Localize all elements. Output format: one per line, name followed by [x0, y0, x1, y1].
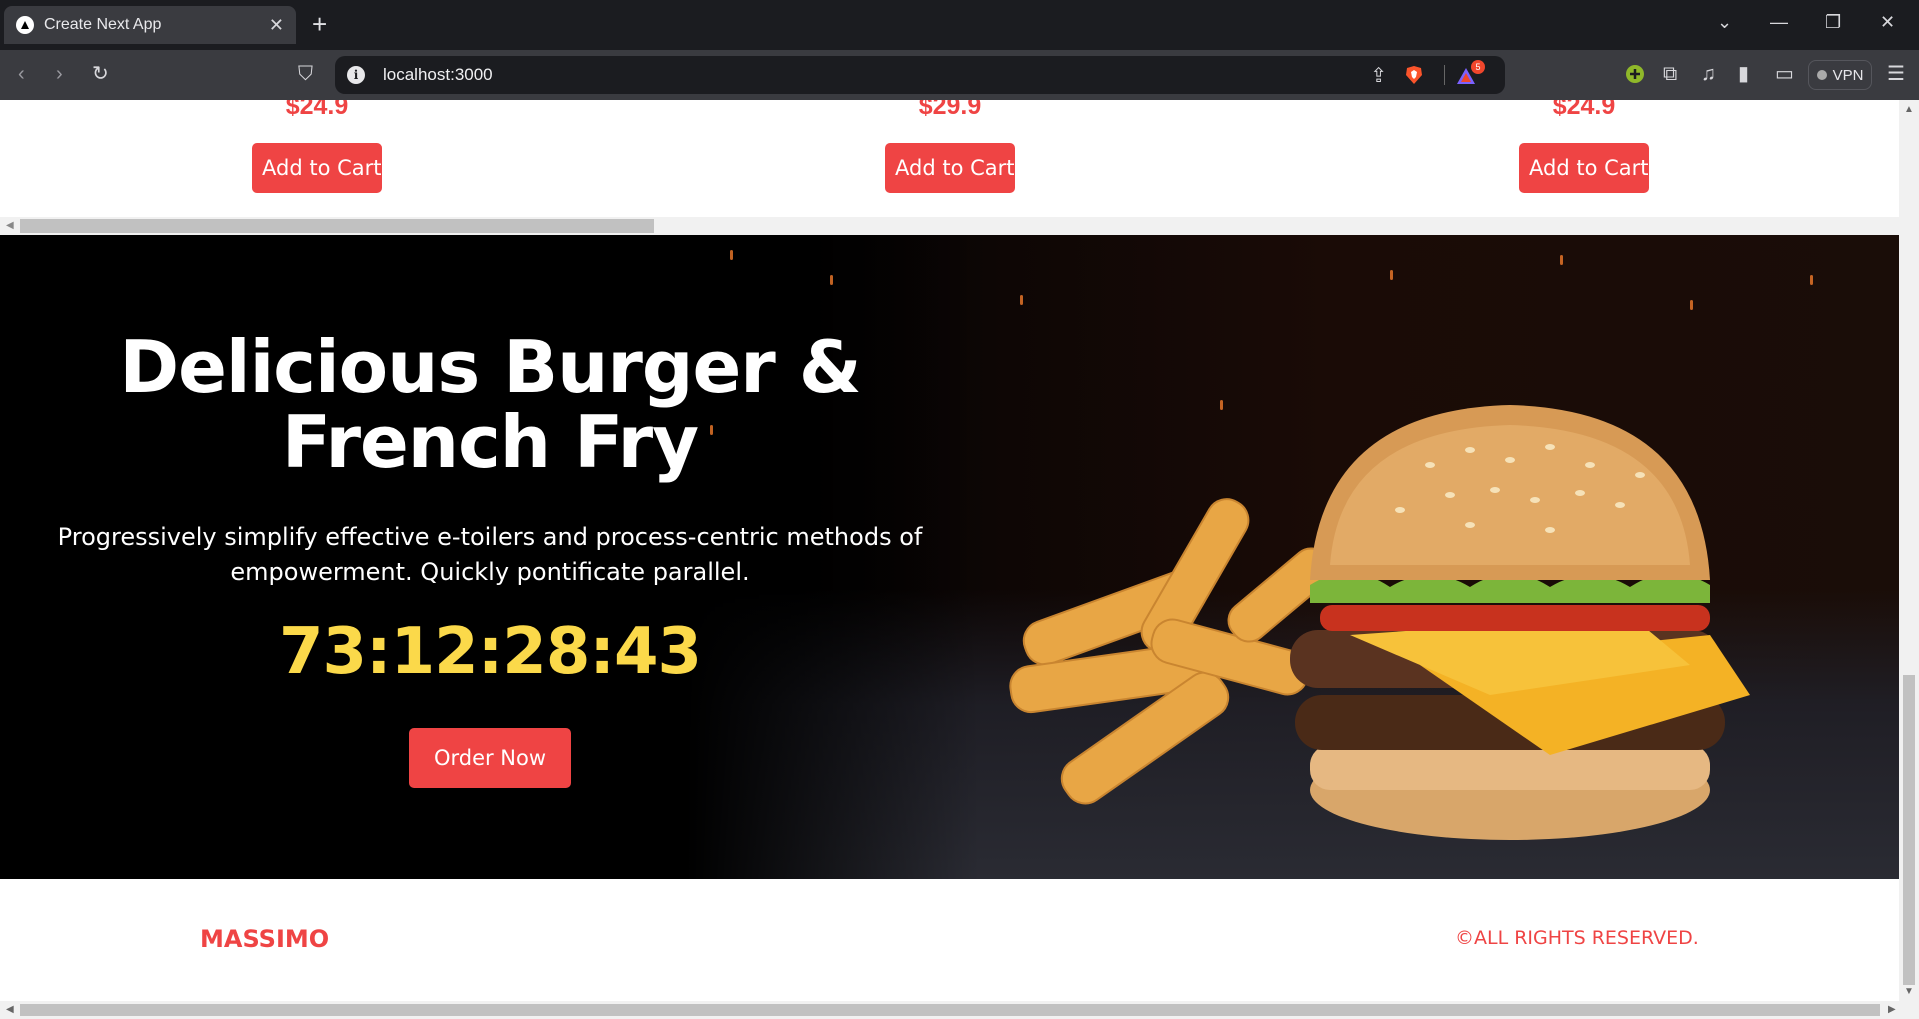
product-price: $24.9	[1552, 100, 1616, 120]
site-info-icon[interactable]: i	[347, 66, 365, 84]
reload-icon[interactable]: ↻	[92, 64, 109, 84]
ember-spark	[1390, 270, 1393, 280]
footer-brand[interactable]: MASSIMO	[200, 925, 329, 953]
browser-tab[interactable]: Create Next App ✕	[4, 6, 296, 44]
carousel-scrollbar[interactable]: ◀	[0, 217, 1899, 235]
carousel-scrollbar-thumb[interactable]	[20, 219, 654, 233]
page-horizontal-scrollbar[interactable]: ◀ ▶	[0, 1001, 1919, 1019]
ember-spark	[1690, 300, 1693, 310]
ember-spark	[730, 250, 733, 260]
scroll-up-arrow-icon[interactable]: ▲	[1904, 104, 1914, 115]
hero-title: Delicious Burger & French Fry	[119, 325, 861, 484]
extension-add-icon[interactable]	[1625, 64, 1645, 88]
ember-spark	[1020, 295, 1023, 305]
nextjs-favicon-icon	[16, 16, 34, 34]
scroll-right-arrow-icon[interactable]: ▶	[1888, 1004, 1896, 1015]
wallet-icon[interactable]: ▭	[1775, 64, 1794, 84]
address-bar[interactable]: i localhost:3000 ⇪ 5	[335, 56, 1505, 94]
ember-spark	[1560, 255, 1563, 265]
vertical-scrollbar-thumb[interactable]	[1903, 675, 1915, 985]
countdown-timer: 73:12:28:43	[278, 615, 702, 689]
address-bar-separator	[1444, 65, 1445, 85]
forward-icon[interactable]: ›	[56, 64, 63, 84]
hero-description: Progressively simplify effective e-toile…	[57, 523, 923, 586]
burger-and-fries-image	[1009, 405, 1750, 840]
scroll-left-arrow-icon[interactable]: ◀	[6, 1004, 14, 1015]
page-viewport: $24.9 Add to Cart $29.9 Add to Cart $24.…	[0, 100, 1899, 1001]
scroll-down-arrow-icon[interactable]: ▼	[1904, 986, 1914, 997]
horizontal-scrollbar-thumb[interactable]	[20, 1004, 1880, 1016]
media-music-icon[interactable]: ♫	[1701, 64, 1716, 84]
share-icon[interactable]: ⇪	[1370, 63, 1387, 88]
url-text[interactable]: localhost:3000	[383, 65, 493, 85]
sidebar-toggle-icon[interactable]: ▮	[1738, 64, 1749, 84]
site-footer: MASSIMO ©ALL RIGHTS RESERVED.	[0, 879, 1899, 1001]
minimize-icon[interactable]: —	[1770, 12, 1788, 33]
vpn-status-dot-icon	[1816, 70, 1827, 80]
new-tab-button[interactable]: +	[312, 11, 327, 37]
menu-hamburger-icon[interactable]: ☰	[1887, 64, 1905, 84]
restore-icon[interactable]: ❐	[1825, 12, 1841, 33]
browser-titlebar: Create Next App ✕ + ⌄ — ❐ ✕	[0, 0, 1919, 50]
product-price: $29.9	[918, 100, 982, 120]
window-close-icon[interactable]: ✕	[1880, 12, 1895, 33]
tab-list-chevron-icon[interactable]: ⌄	[1717, 12, 1732, 33]
add-to-cart-button[interactable]: Add to Cart	[252, 143, 382, 193]
back-icon[interactable]: ‹	[18, 64, 25, 84]
add-to-cart-button[interactable]: Add to Cart	[885, 143, 1015, 193]
tab-title: Create Next App	[44, 16, 162, 33]
page-vertical-scrollbar[interactable]: ▲ ▼	[1899, 100, 1919, 1001]
product-price: $24.9	[285, 100, 349, 120]
add-to-cart-button[interactable]: Add to Cart	[1519, 143, 1649, 193]
vpn-button[interactable]: VPN	[1808, 60, 1872, 90]
footer-copyright: ©ALL RIGHTS RESERVED.	[1455, 927, 1699, 949]
vpn-label: VPN	[1832, 66, 1864, 84]
ember-spark	[830, 275, 833, 285]
order-now-button[interactable]: Order Now	[409, 728, 571, 788]
products-carousel: $24.9 Add to Cart $29.9 Add to Cart $24.…	[0, 100, 1899, 217]
rewards-badge: 5	[1471, 60, 1485, 74]
tab-close-icon[interactable]: ✕	[269, 15, 284, 36]
hero-banner: Delicious Burger & French Fry Progressiv…	[0, 235, 1899, 879]
scroll-left-arrow-icon[interactable]: ◀	[6, 220, 14, 231]
extensions-puzzle-icon[interactable]: ⧉	[1663, 64, 1677, 84]
bookmark-icon[interactable]: ⛉	[298, 64, 313, 84]
ember-spark	[1810, 275, 1813, 285]
brave-shields-icon[interactable]	[1403, 64, 1425, 86]
